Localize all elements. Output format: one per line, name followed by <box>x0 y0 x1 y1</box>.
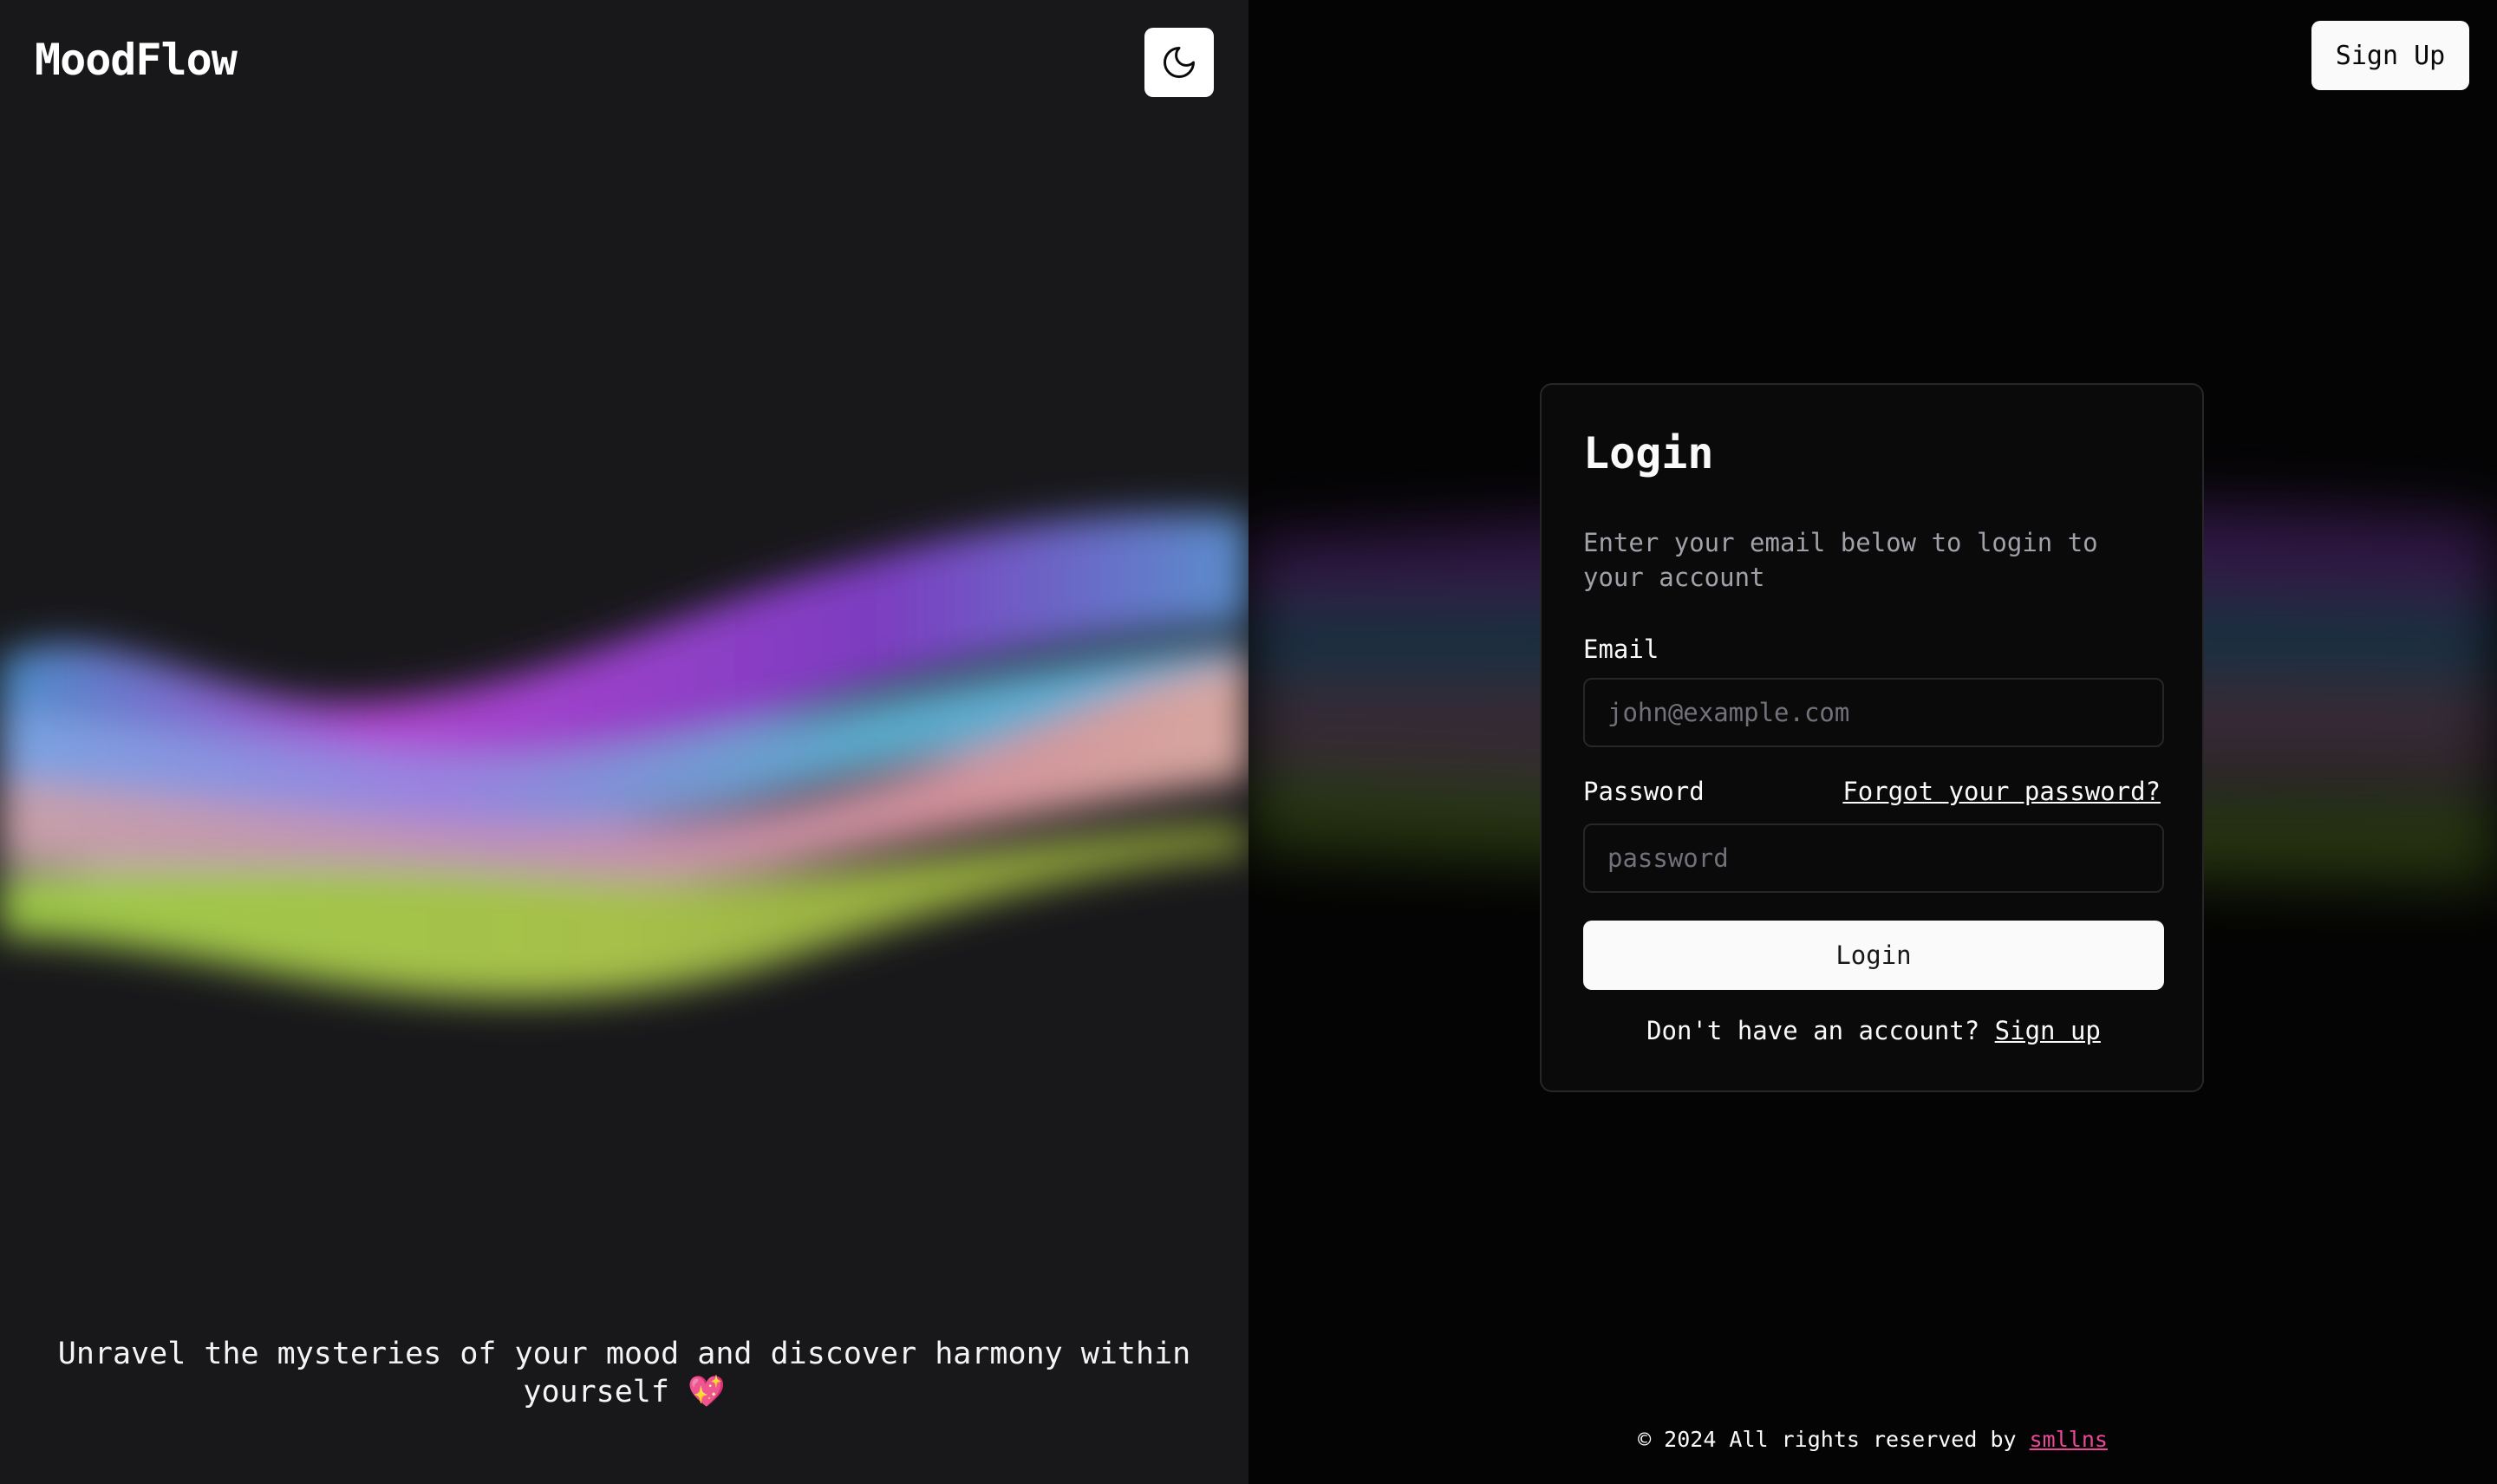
login-card: Login Enter your email below to login to… <box>1540 383 2204 1092</box>
page: MoodFlow Unravel the mysteries of your m… <box>0 0 2497 1484</box>
signup-prompt: Don't have an account? Sign up <box>1542 1016 2206 1045</box>
theme-toggle-button[interactable] <box>1144 28 1214 97</box>
hero-panel: MoodFlow Unravel the mysteries of your m… <box>0 0 1248 1484</box>
email-label: Email <box>1583 635 1659 664</box>
footer: © 2024 All rights reserved by smllns <box>1248 1427 2497 1452</box>
brand-logo: MoodFlow <box>35 35 238 85</box>
author-link[interactable]: smllns <box>2030 1427 2108 1452</box>
password-field[interactable] <box>1583 823 2164 893</box>
moon-icon <box>1164 47 1195 78</box>
hero-tagline: Unravel the mysteries of your mood and d… <box>57 1337 1191 1409</box>
password-label: Password <box>1583 777 1705 806</box>
login-button[interactable]: Login <box>1583 921 2164 990</box>
aurora-wave <box>0 513 1248 999</box>
no-account-text: Don't have an account? <box>1646 1016 1980 1045</box>
forgot-password-link[interactable]: Forgot your password? <box>1842 777 2161 806</box>
signup-link[interactable]: Sign up <box>1995 1016 2101 1045</box>
login-title: Login <box>1583 428 1714 478</box>
copyright-text: © 2024 All rights reserved by <box>1638 1427 2017 1452</box>
header-signup-button[interactable]: Sign Up <box>2311 21 2469 90</box>
login-description: Enter your email below to login to your … <box>1583 528 2098 592</box>
email-field[interactable] <box>1583 678 2164 747</box>
